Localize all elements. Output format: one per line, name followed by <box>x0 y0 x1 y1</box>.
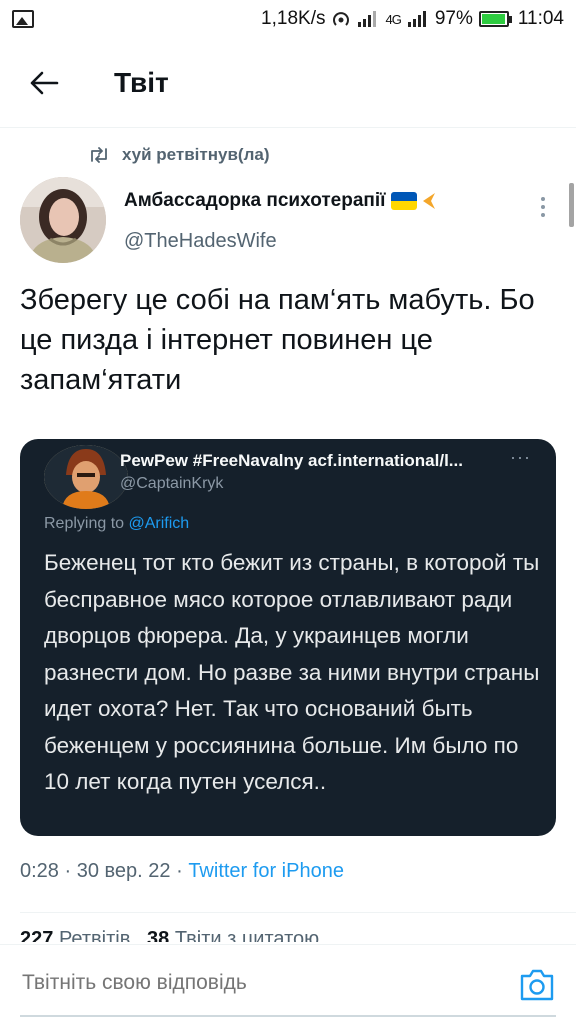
partial-emoji-icon <box>423 193 436 209</box>
scrollbar[interactable] <box>569 183 574 227</box>
tweet-stats: 227 Ретвітів 38 Твіти з цитатою <box>20 928 319 942</box>
back-button[interactable] <box>18 57 70 109</box>
replying-to-prefix: Replying to <box>44 515 125 532</box>
quotes-label[interactable]: Твіти з цитатою <box>175 928 319 942</box>
reply-underline <box>20 1015 556 1017</box>
reply-input[interactable] <box>22 971 482 995</box>
author-handle[interactable]: @TheHadesWife <box>124 230 277 253</box>
quotes-count[interactable]: 38 <box>147 928 169 942</box>
clock: 11:04 <box>517 8 564 29</box>
quoted-more-icon[interactable]: ··· <box>510 447 531 468</box>
arrow-left-icon <box>30 71 59 94</box>
status-bar: 1,18K/s 4G 97% 11:04 <box>0 0 576 38</box>
quoted-author-avatar[interactable] <box>44 445 128 509</box>
camera-button[interactable] <box>518 967 556 1003</box>
network-type: 4G <box>385 11 401 27</box>
divider <box>20 912 576 913</box>
top-app-bar: Твіт <box>0 38 576 128</box>
retweet-label: хуй ретвітнув(ла) <box>122 145 270 164</box>
camera-icon <box>520 969 554 1001</box>
retweet-icon <box>91 147 107 163</box>
author-name-text: Амбассадорка психотерапії <box>124 190 386 211</box>
quoted-author-handle[interactable]: @CaptainKryk <box>120 475 223 493</box>
replying-to: Replying to @Arifich <box>44 515 189 533</box>
page-title: Твіт <box>114 66 169 98</box>
gallery-notification-icon <box>12 10 34 28</box>
meta-separator: · <box>64 860 77 882</box>
ukraine-flag-icon <box>391 192 418 210</box>
wifi-hotspot-icon <box>333 12 350 26</box>
retweet-context[interactable]: хуй ретвітнув(ла) <box>88 145 269 165</box>
reply-bar <box>0 944 576 1024</box>
tweet-date: 30 вер. 22 <box>76 860 171 882</box>
tweet-source-link[interactable]: Twitter for iPhone <box>188 860 344 882</box>
network-speed: 1,18K/s <box>261 8 326 29</box>
retweets-label[interactable]: Ретвітів <box>59 928 130 942</box>
author-avatar[interactable] <box>20 177 106 263</box>
signal-icon <box>358 11 377 27</box>
replying-to-mention[interactable]: @Arifich <box>129 515 190 532</box>
author-name[interactable]: Амбассадорка психотерапії <box>124 190 437 212</box>
tweet-text: Зберегу це собі на пам‘ять мабуть. Бо це… <box>20 284 535 396</box>
battery-icon <box>478 11 512 27</box>
battery-percent: 97% <box>434 8 473 29</box>
retweets-count[interactable]: 227 <box>20 928 53 942</box>
signal-icon-4g <box>407 11 426 27</box>
more-options-button[interactable] <box>528 192 558 222</box>
meta-separator: · <box>176 860 189 882</box>
tweet-meta: 0:28 · 30 вер. 22 · Twitter for iPhone <box>20 860 344 883</box>
tweet-time: 0:28 <box>20 860 59 882</box>
quoted-author-name[interactable]: PewPew #FreeNavalny acf.international/l.… <box>120 451 512 471</box>
quoted-tweet-card[interactable]: PewPew #FreeNavalny acf.international/l.… <box>20 439 556 836</box>
quoted-tweet-text: Беженец тот кто бежит из страны, в котор… <box>44 550 540 794</box>
